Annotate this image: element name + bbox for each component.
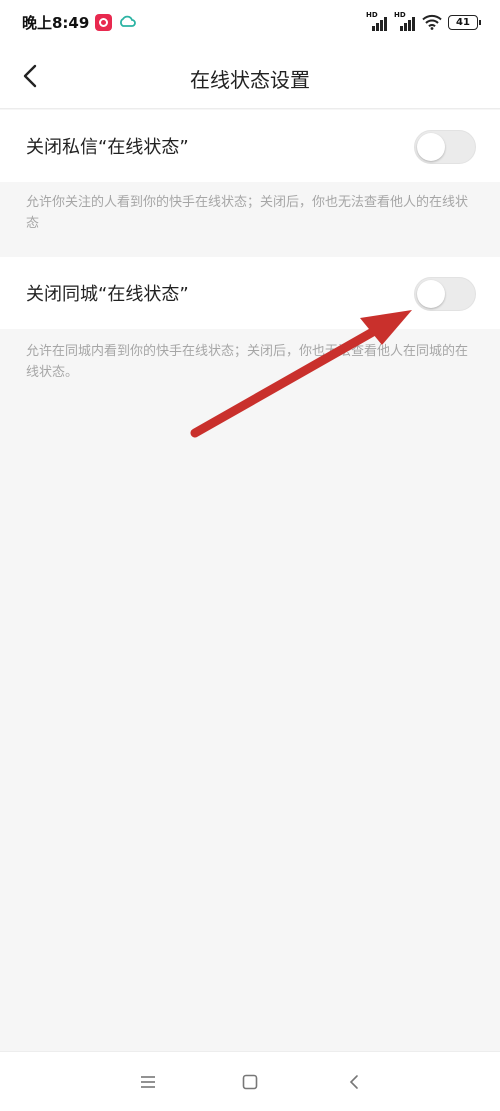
toggle-knob (417, 280, 445, 308)
cloud-icon (120, 15, 137, 27)
signal-strength-icon-2: HD (394, 11, 416, 31)
battery-level: 41 (456, 16, 470, 28)
menu-icon (141, 1076, 155, 1088)
setting-row-same-city-status: 关闭同城“在线状态” (0, 257, 500, 329)
setting-2-toggle[interactable] (414, 277, 476, 311)
status-time: 晚上8:49 (22, 13, 90, 32)
setting-label: 关闭同城“在线状态” (26, 284, 189, 305)
home-icon (242, 1074, 258, 1090)
menu-button[interactable] (136, 1070, 160, 1094)
status-indicators: HD HD 41 (366, 11, 481, 31)
setting-row-private-message-status: 关闭私信“在线状态” (0, 110, 500, 182)
toggle-knob (417, 133, 445, 161)
signal-hd-label-2: HD (394, 11, 406, 19)
system-back-button[interactable] (342, 1070, 366, 1094)
home-button[interactable] (238, 1070, 262, 1094)
page-title: 在线状态设置 (190, 68, 310, 92)
nav-bar: 在线状态设置 (0, 44, 500, 109)
system-nav-bar (0, 1051, 500, 1111)
setting-label: 关闭私信“在线状态” (26, 137, 189, 158)
back-icon (349, 1075, 358, 1089)
signal-strength-icon: HD (366, 11, 388, 31)
wifi-icon (422, 14, 442, 30)
kuaishou-app-icon (95, 13, 113, 31)
setting-1-toggle[interactable] (414, 130, 476, 164)
setting-description: 允许你关注的人看到你的快手在线状态；关闭后，你也无法查看他人的在线状态 (26, 195, 469, 231)
setting-description: 允许在同城内看到你的快手在线状态；关闭后，你也无法查看他人在同城的在线状态。 (26, 344, 469, 380)
signal-hd-label: HD (366, 11, 378, 19)
battery-icon: 41 (448, 14, 481, 30)
status-bar: 晚上8:49 HD HD 41 (0, 0, 500, 44)
